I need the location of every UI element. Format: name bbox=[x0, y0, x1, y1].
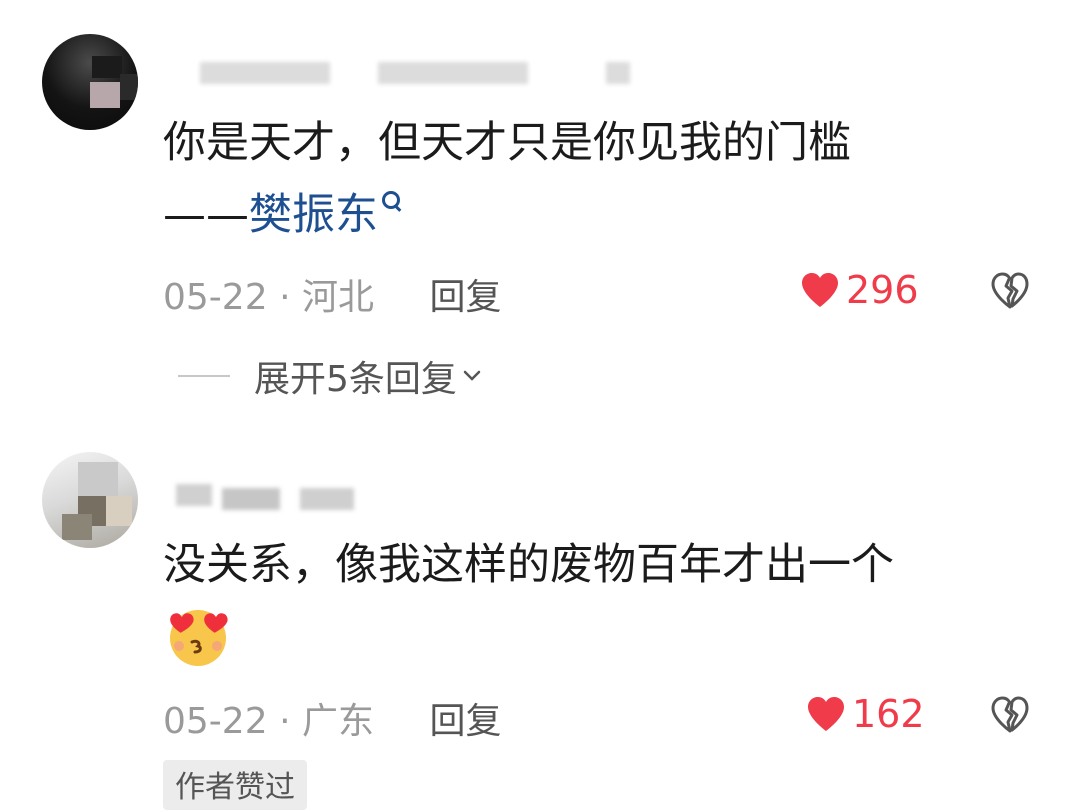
comment-date: 05-22 bbox=[163, 701, 268, 742]
comment-text-line2: ——樊振东 bbox=[163, 184, 400, 246]
author-liked-badge: 作者赞过 bbox=[163, 760, 307, 810]
expand-replies-label: 展开5条回复 bbox=[254, 359, 457, 400]
avatar[interactable] bbox=[42, 34, 138, 130]
like-button[interactable]: 296 bbox=[800, 268, 919, 312]
comment-text: 你是天才，但天才只是你见我的门槛 bbox=[163, 118, 851, 168]
username-blurred-2 bbox=[378, 62, 528, 84]
comment-text: 没关系，像我这样的废物百年才出一个 bbox=[163, 540, 894, 590]
comment-location: 广东 bbox=[301, 701, 374, 742]
reply-button[interactable]: 回复 bbox=[429, 701, 501, 742]
heart-icon bbox=[808, 697, 844, 731]
comment-meta: 05-22 · 广东 回复 bbox=[163, 692, 501, 744]
username-blurred-2 bbox=[222, 488, 280, 510]
username-blurred[interactable] bbox=[200, 62, 330, 84]
meta-separator: · bbox=[279, 277, 291, 318]
comment-location: 河北 bbox=[301, 277, 374, 318]
dash-prefix: —— bbox=[163, 190, 249, 240]
like-count: 296 bbox=[846, 268, 919, 312]
username-blurred-3 bbox=[606, 62, 630, 84]
like-count: 162 bbox=[852, 692, 925, 736]
broken-heart-icon[interactable] bbox=[990, 696, 1030, 734]
avatar[interactable] bbox=[42, 452, 138, 548]
broken-heart-icon[interactable] bbox=[990, 272, 1030, 310]
search-icon[interactable] bbox=[382, 191, 400, 209]
expand-replies-button[interactable]: 展开5条回复 bbox=[178, 350, 481, 402]
like-button[interactable]: 162 bbox=[806, 692, 925, 736]
search-link[interactable]: 樊振东 bbox=[249, 190, 378, 240]
chevron-down-icon bbox=[463, 370, 481, 381]
username-blurred-3 bbox=[300, 488, 354, 510]
heart-eyes-kiss-emoji bbox=[170, 610, 228, 666]
meta-separator: · bbox=[279, 701, 291, 742]
divider-line bbox=[178, 375, 230, 377]
comment-meta: 05-22 · 河北 回复 bbox=[163, 268, 501, 320]
reply-button[interactable]: 回复 bbox=[429, 277, 501, 318]
comment-date: 05-22 bbox=[163, 277, 268, 318]
username-blurred[interactable] bbox=[176, 484, 212, 506]
heart-icon bbox=[802, 273, 838, 307]
